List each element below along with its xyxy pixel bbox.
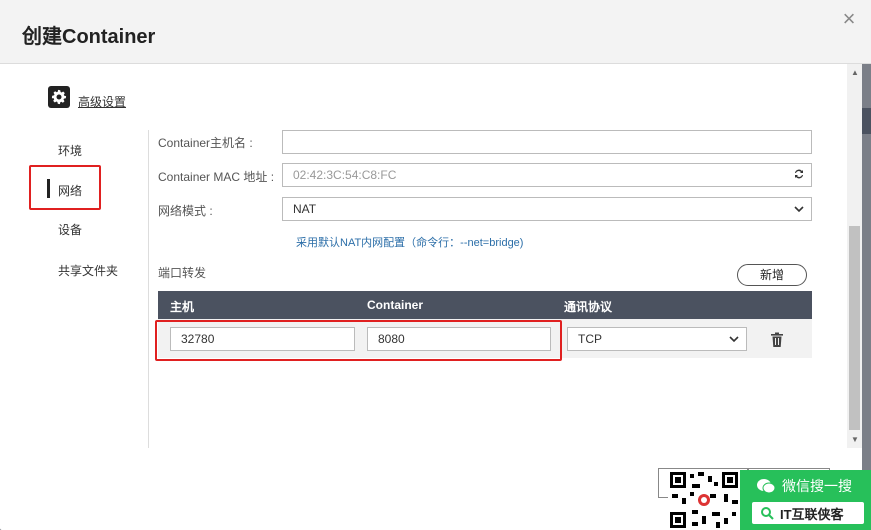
mac-value: 02:42:3C:54:C8:FC <box>293 168 397 182</box>
protocol-select[interactable]: TCP <box>567 327 747 351</box>
background-edge <box>862 64 871 530</box>
scroll-up-icon[interactable]: ▲ <box>851 68 859 77</box>
divider <box>148 130 149 448</box>
wechat-search-text: 微信搜一搜 <box>782 478 852 494</box>
mac-label: Container MAC 地址 : <box>158 170 275 184</box>
sidebar-item-devices[interactable]: 设备 <box>58 221 82 238</box>
hostname-label: Container主机名 : <box>158 136 253 150</box>
sidebar-item-shared-folders[interactable]: 共享文件夹 <box>58 262 118 279</box>
advanced-settings-label[interactable]: 高级设置 <box>78 93 126 110</box>
hostname-input[interactable] <box>282 130 812 154</box>
dialog-header: 创建Container × <box>0 0 871 64</box>
wechat-account-name: IT互联侠客 <box>780 506 844 522</box>
protocol-value: TCP <box>578 332 602 346</box>
column-container: Container <box>367 298 424 312</box>
close-icon[interactable]: × <box>840 8 858 30</box>
highlight-box-ports <box>155 320 562 361</box>
scroll-down-icon[interactable]: ▼ <box>851 435 859 444</box>
port-table-header: 主机 Container 通讯协议 <box>158 291 812 319</box>
network-mode-label: 网络模式 : <box>158 204 213 218</box>
trash-icon[interactable] <box>770 332 784 348</box>
wechat-account-box: IT互联侠客 <box>752 502 864 524</box>
network-mode-hint: 采用默认NAT内网配置（命令行：--net=bridge) <box>296 237 524 249</box>
refresh-icon[interactable] <box>793 168 805 183</box>
column-host: 主机 <box>170 300 195 314</box>
advanced-settings[interactable]: 高级设置 <box>48 86 126 110</box>
search-icon <box>761 507 774 520</box>
column-protocol: 通讯协议 <box>564 300 613 314</box>
highlight-box-network <box>29 165 101 210</box>
port-forward-label: 端口转发 <box>158 266 207 280</box>
dialog-title: 创建Container <box>22 26 156 48</box>
chevron-down-icon <box>794 206 804 213</box>
create-container-dialog: 创建Container × 高级设置 环境 网络 设备 共享文件夹 Contai… <box>0 0 871 530</box>
qr-code-image <box>668 470 740 530</box>
chevron-down-icon <box>729 336 739 343</box>
gear-icon <box>48 86 70 108</box>
scrollbar-thumb[interactable] <box>849 226 860 430</box>
wechat-icon <box>757 479 776 494</box>
sidebar-item-environment[interactable]: 环境 <box>58 142 82 159</box>
mac-input[interactable]: 02:42:3C:54:C8:FC <box>282 163 812 187</box>
wechat-watermark: 微信搜一搜 IT互联侠客 <box>740 470 871 530</box>
wechat-search-text-wrap: 微信搜一搜 <box>756 476 852 496</box>
add-port-button[interactable]: 新增 <box>737 264 807 286</box>
network-mode-value: NAT <box>293 202 317 216</box>
network-mode-select[interactable]: NAT <box>282 197 812 221</box>
